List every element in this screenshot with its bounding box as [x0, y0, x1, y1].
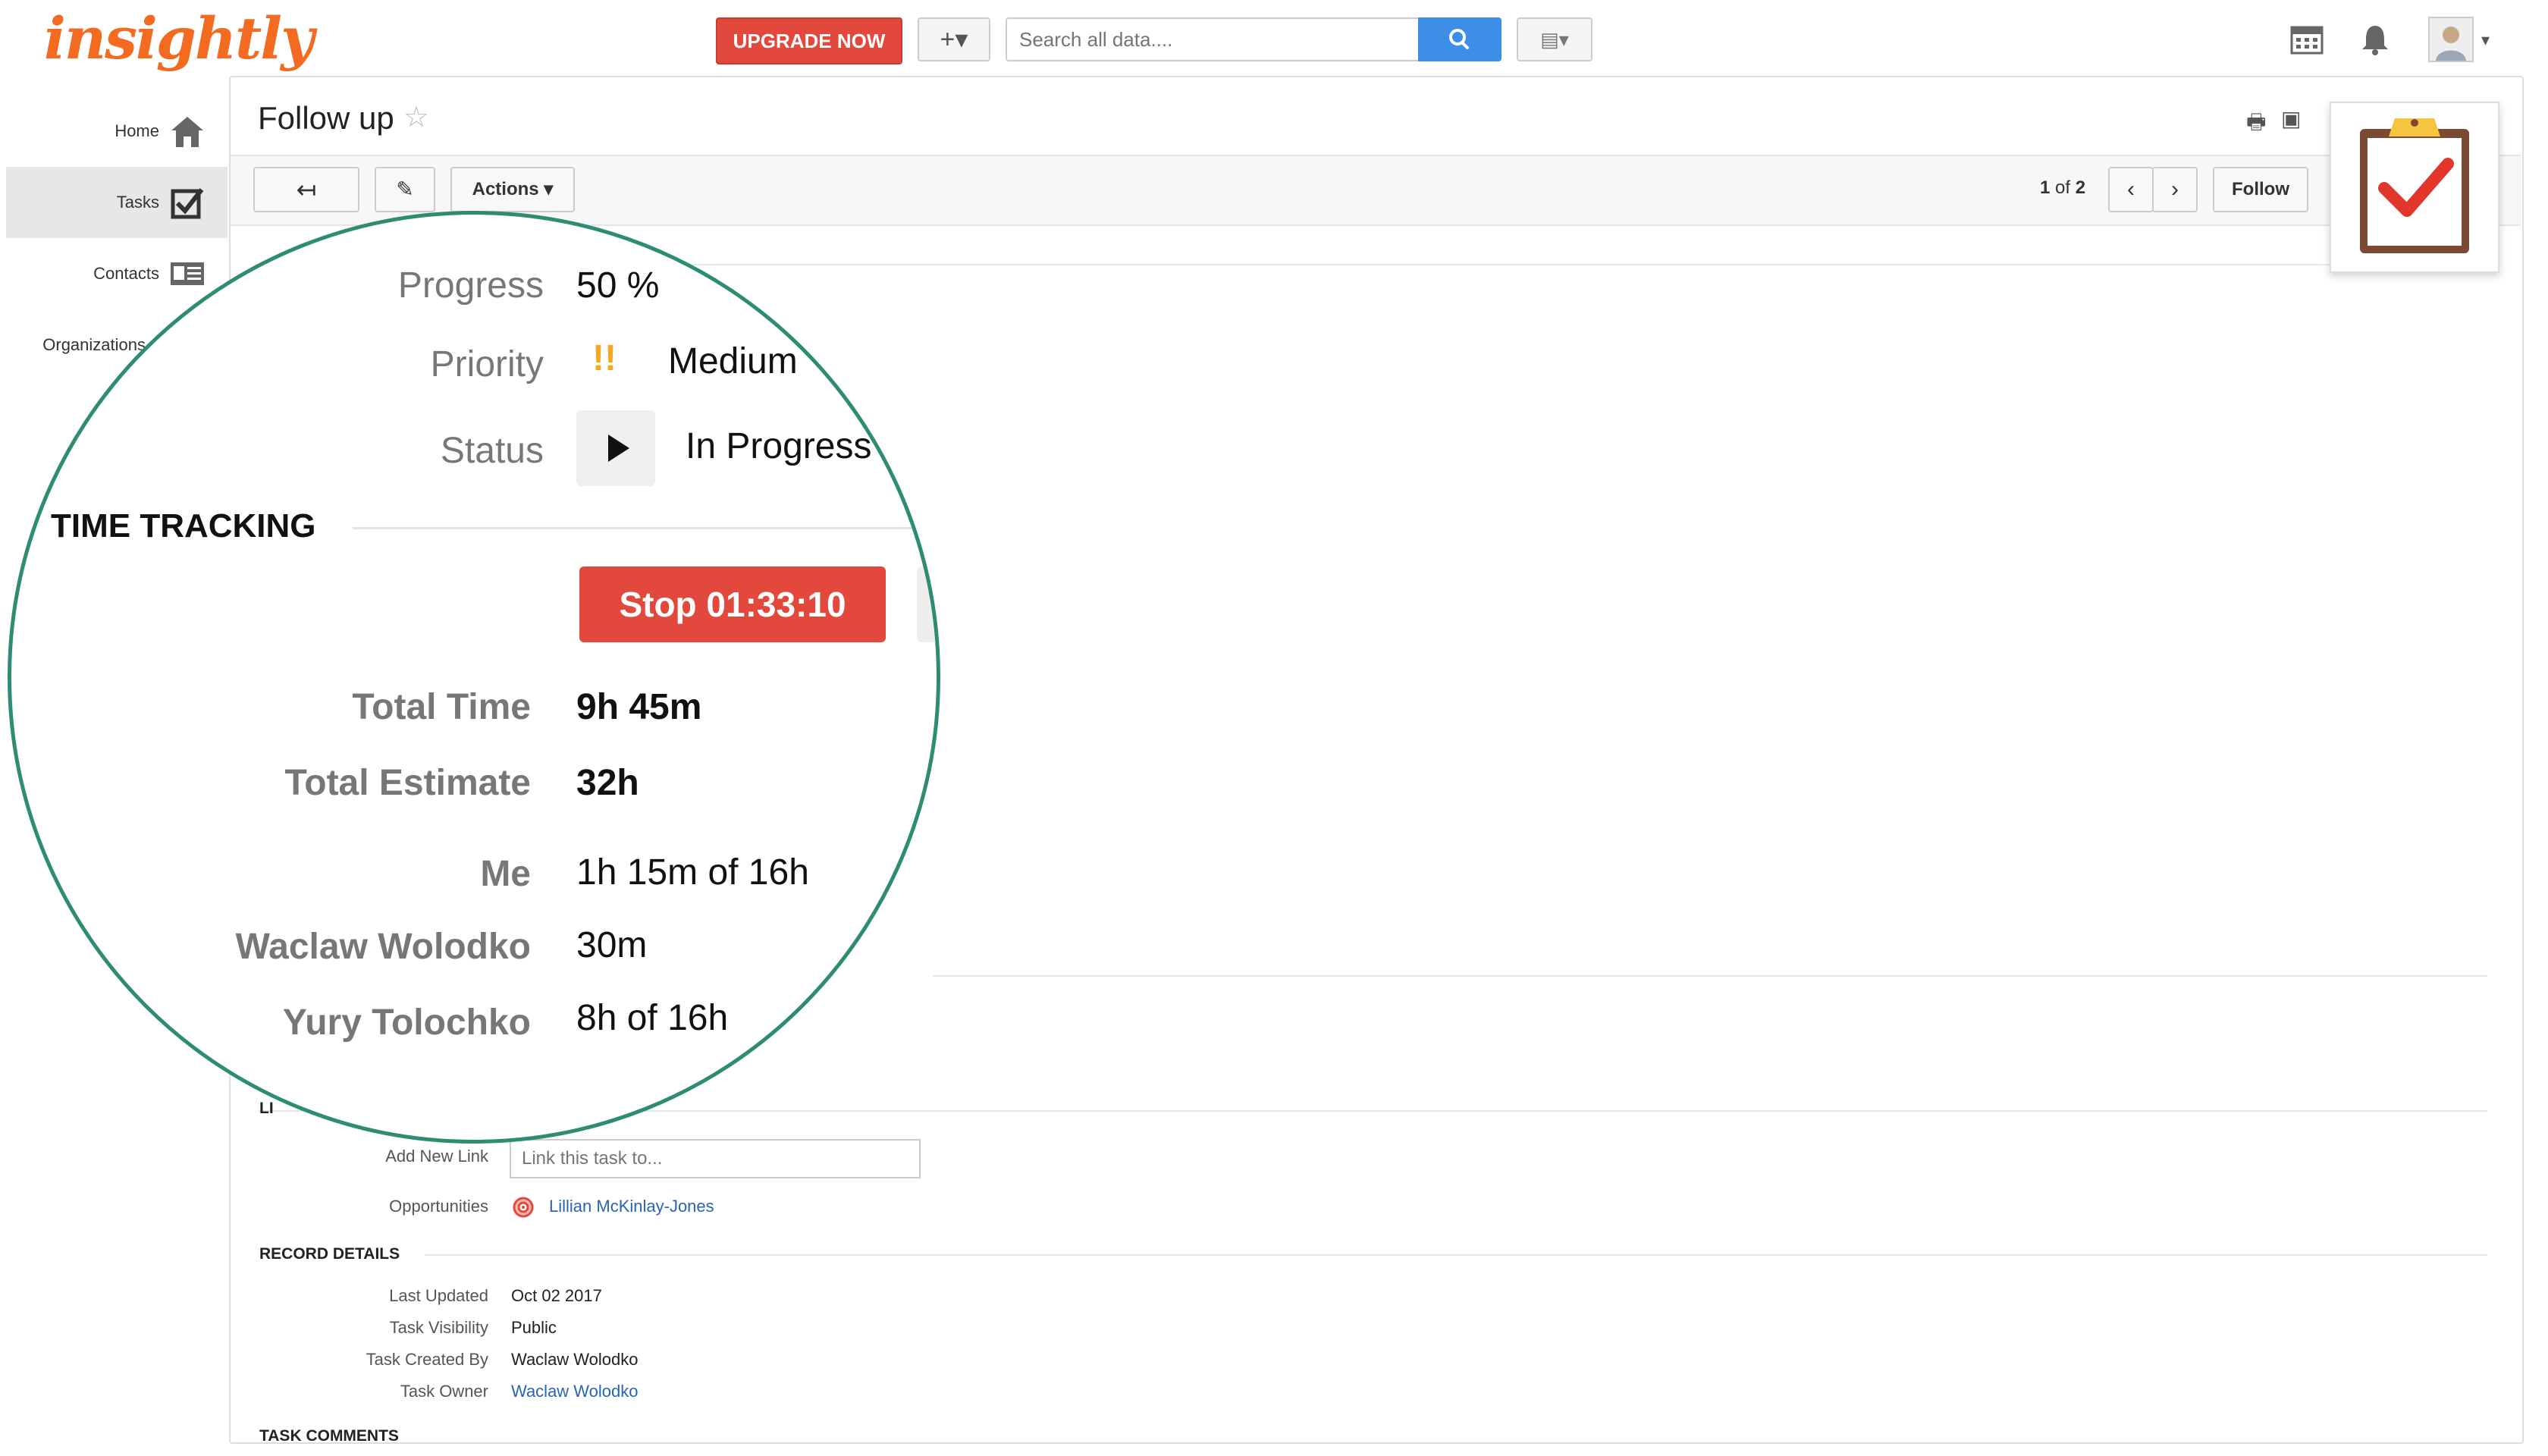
task-type-card — [2330, 102, 2499, 273]
next-record-button[interactable]: › — [2152, 167, 2198, 212]
task-owner-link[interactable]: Waclaw Wolodko — [511, 1382, 639, 1401]
actions-button[interactable]: Actions ▾ — [450, 167, 575, 212]
magnifier-callout: Progress 50 % Priority !! Medium Status … — [8, 211, 940, 1144]
quick-add-button[interactable]: +▾ — [918, 17, 990, 61]
edit-button[interactable]: ✎ — [375, 167, 435, 212]
total-time-label: Total Time — [352, 687, 531, 727]
avatar[interactable] — [2428, 17, 2474, 62]
priority-icon: !! — [592, 338, 617, 378]
task-comments-title: TASK COMMENTS — [259, 1427, 399, 1445]
print-icon[interactable]: 🖶 — [2246, 106, 2266, 143]
me-value: 1h 15m of 16h — [576, 852, 809, 893]
page-title: Follow up — [258, 100, 394, 136]
task-owner-label: Task Owner — [400, 1382, 488, 1401]
insightly-logo[interactable]: insightly — [44, 5, 314, 72]
task-visibility-value: Public — [511, 1318, 557, 1337]
star-icon[interactable]: ☆ — [403, 100, 429, 134]
upgrade-now-button[interactable]: UPGRADE NOW — [716, 17, 902, 64]
task-created-by-label: Task Created By — [366, 1350, 488, 1369]
progress-label: Progress — [397, 265, 544, 306]
divider — [933, 975, 2487, 977]
status-value: In Progress — [686, 426, 872, 466]
clipboard-check-icon — [2360, 118, 2469, 253]
yury-tolochko-value: 8h of 16h — [576, 998, 729, 1038]
divider — [425, 1254, 2487, 1256]
total-estimate-label: Total Estimate — [284, 763, 531, 803]
follow-button[interactable]: Follow — [2213, 167, 2308, 212]
waclaw-wolodko-label: Waclaw Wolodko — [235, 927, 531, 967]
record-counter: 1 of 2 — [2040, 177, 2085, 199]
bell-icon[interactable] — [2358, 23, 2392, 56]
calendar-icon[interactable] — [2290, 23, 2324, 55]
opportunity-link[interactable]: Lillian McKinlay-Jones — [549, 1197, 714, 1216]
counter-total: 2 — [2075, 177, 2086, 198]
previous-record-button[interactable]: ‹ — [2108, 167, 2154, 212]
chevron-down-icon[interactable]: ▾ — [2481, 30, 2490, 50]
status-label: Status — [440, 431, 544, 471]
opportunity-target-icon — [513, 1197, 534, 1218]
last-updated-value: Oct 02 2017 — [511, 1286, 602, 1305]
yury-tolochko-label: Yury Tolochko — [282, 1003, 531, 1043]
total-estimate-value: 32h — [576, 763, 639, 803]
search-input[interactable] — [1006, 17, 1418, 61]
record-details-title: RECORD DETAILS — [259, 1245, 400, 1263]
link-task-input[interactable] — [510, 1139, 921, 1178]
total-time-value: 9h 45m — [576, 687, 702, 727]
view-menu-button[interactable]: ▤▾ — [1517, 17, 1592, 61]
task-created-by-value: Waclaw Wolodko — [511, 1350, 639, 1369]
progress-value: 50 % — [576, 265, 660, 306]
sidebar-item-label: Home — [115, 121, 159, 140]
priority-label: Priority — [430, 344, 544, 384]
me-label: Me — [480, 854, 531, 894]
search-button[interactable] — [1418, 17, 1502, 61]
priority-value: Medium — [668, 341, 798, 381]
divider — [353, 527, 937, 529]
status-play-button[interactable] — [576, 410, 655, 486]
counter-of: of — [2050, 177, 2076, 198]
play-icon — [608, 435, 629, 462]
search-icon — [1449, 29, 1469, 49]
stop-timer-button[interactable]: Stop 01:33:10 — [579, 566, 886, 642]
waclaw-wolodko-value: 30m — [576, 925, 648, 965]
last-updated-label: Last Updated — [389, 1286, 488, 1305]
back-button[interactable]: ↤ — [253, 167, 359, 212]
counter-current: 1 — [2040, 177, 2051, 198]
add-new-link-label: Add New Link — [385, 1147, 488, 1166]
home-icon — [170, 114, 205, 149]
time-tracking-title: TIME TRACKING — [51, 507, 316, 544]
image-icon[interactable]: ▣ — [2281, 106, 2301, 131]
task-visibility-label: Task Visibility — [389, 1318, 488, 1337]
sidebar-item-home[interactable]: Home — [6, 96, 228, 167]
opportunities-label: Opportunities — [389, 1197, 488, 1216]
